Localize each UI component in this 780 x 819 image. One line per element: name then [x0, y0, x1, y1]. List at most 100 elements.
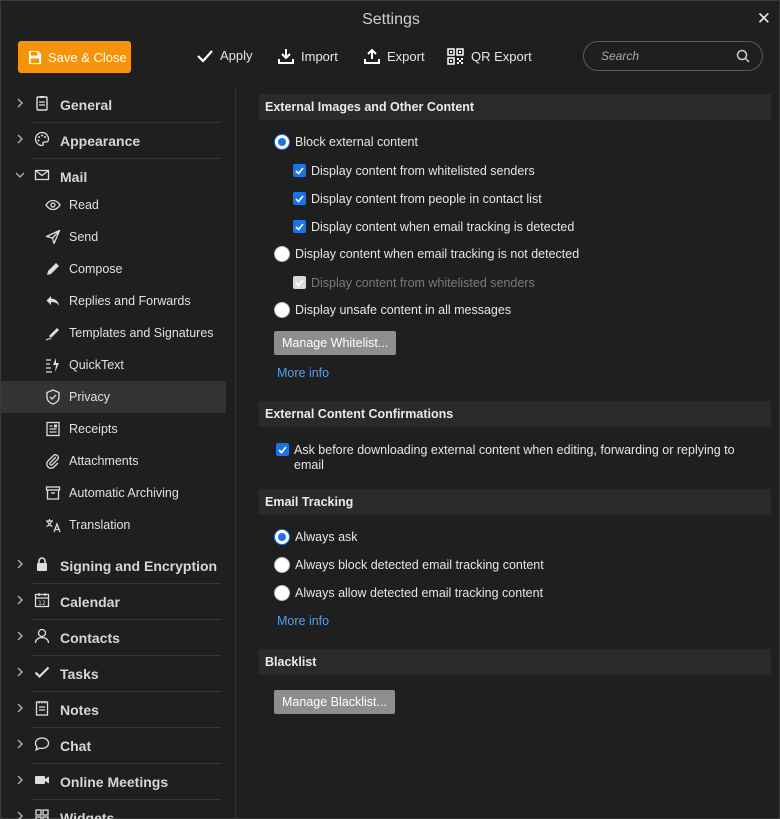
- checkbox-label: Display content from whitelisted senders: [311, 276, 535, 290]
- mail-icon: [34, 169, 50, 181]
- sidebar-section-notes[interactable]: Notes: [1, 692, 235, 728]
- sidebar-section-label: Widgets: [60, 810, 115, 819]
- sidebar-section-label: Tasks: [60, 666, 99, 682]
- radio-label: Block external content: [295, 135, 418, 149]
- save-icon: [28, 50, 42, 64]
- radio-block-external[interactable]: Block external content: [274, 134, 418, 150]
- checkbox-whitelisted-disabled: Display content from whitelisted senders: [293, 276, 535, 290]
- manage-blacklist-button[interactable]: Manage Blacklist...: [274, 690, 395, 714]
- sidebar-item-receipts[interactable]: Receipts: [1, 413, 226, 445]
- svg-text:12: 12: [38, 600, 46, 607]
- radio-button[interactable]: [274, 585, 290, 601]
- qr-export-button[interactable]: QR Export: [447, 48, 532, 65]
- sidebar-section-contacts[interactable]: Contacts: [1, 620, 235, 656]
- chevron-right-icon: [17, 811, 24, 819]
- radio-button[interactable]: [274, 302, 290, 318]
- sidebar-section-tasks[interactable]: Tasks: [1, 656, 235, 692]
- chat-bubble-icon: [34, 737, 50, 752]
- sidebar-item-archiving[interactable]: Automatic Archiving: [1, 477, 226, 509]
- checkbox-whitelisted-senders[interactable]: Display content from whitelisted senders: [293, 164, 535, 178]
- chevron-right-icon: [17, 595, 24, 605]
- qr-export-label: QR Export: [471, 49, 532, 64]
- sidebar-item-read[interactable]: Read: [1, 189, 226, 221]
- radio-label: Display unsafe content in all messages: [295, 303, 512, 317]
- checkbox-checked[interactable]: [276, 443, 289, 456]
- receipt-icon: [46, 421, 60, 437]
- toolbar: Save & Close Apply Import Export QR Expo…: [1, 39, 780, 79]
- export-button[interactable]: Export: [364, 48, 425, 64]
- section-header-confirmations: External Content Confirmations: [259, 401, 771, 427]
- checkbox-label: Display content when email tracking is d…: [311, 220, 575, 234]
- checkbox-ask-before-download[interactable]: Ask before downloading external content …: [276, 443, 756, 473]
- widgets-icon: [35, 809, 49, 819]
- sidebar-item-label: Receipts: [69, 422, 118, 436]
- sidebar-item-privacy[interactable]: Privacy: [1, 381, 226, 413]
- sidebar-section-appearance[interactable]: Appearance: [1, 123, 235, 159]
- checkbox-label-line2: email: [294, 458, 324, 472]
- palette-icon: [34, 131, 50, 147]
- checkbox-tracking-detected[interactable]: Display content when email tracking is d…: [293, 220, 574, 234]
- checkbox-checked[interactable]: [293, 192, 306, 205]
- send-icon: [45, 229, 61, 245]
- checkbox-contact-list[interactable]: Display content from people in contact l…: [293, 192, 542, 206]
- export-icon: [364, 48, 380, 64]
- radio-button[interactable]: [274, 557, 290, 573]
- chevron-right-icon: [17, 703, 24, 713]
- radio-button-selected[interactable]: [274, 529, 290, 545]
- sidebar-item-compose[interactable]: Compose: [1, 253, 226, 285]
- settings-content: External Images and Other Content Block …: [236, 87, 780, 819]
- sidebar-item-send[interactable]: Send: [1, 221, 226, 253]
- sidebar-item-replies[interactable]: Replies and Forwards: [1, 285, 226, 317]
- sidebar-item-templates[interactable]: Templates and Signatures: [1, 317, 226, 349]
- radio-label: Always block detected email tracking con…: [295, 558, 544, 572]
- sidebar-section-label: Appearance: [60, 133, 141, 149]
- radio-button[interactable]: [274, 246, 290, 262]
- section-header-label: External Content Confirmations: [265, 407, 454, 421]
- sidebar-section-chat[interactable]: Chat: [1, 728, 235, 764]
- sidebar-item-label: Read: [69, 198, 99, 212]
- search-input[interactable]: [601, 49, 736, 63]
- sidebar-section-widgets[interactable]: Widgets: [1, 800, 235, 819]
- section-header-label: External Images and Other Content: [265, 100, 475, 114]
- apply-button[interactable]: Apply: [197, 48, 253, 63]
- sidebar-section-calendar[interactable]: 12 Calendar: [1, 584, 235, 620]
- radio-always-block[interactable]: Always block detected email tracking con…: [274, 557, 544, 573]
- radio-label: Always ask: [295, 530, 358, 544]
- checkbox-checked[interactable]: [293, 164, 306, 177]
- import-button[interactable]: Import: [278, 48, 338, 64]
- chevron-right-icon: [17, 631, 24, 641]
- manage-whitelist-button[interactable]: Manage Whitelist...: [274, 331, 397, 355]
- radio-always-allow[interactable]: Always allow detected email tracking con…: [274, 585, 543, 601]
- radio-button-selected[interactable]: [274, 134, 290, 150]
- sidebar-section-signing[interactable]: Signing and Encryption: [1, 548, 235, 584]
- sidebar-item-translation[interactable]: Translation: [1, 509, 226, 541]
- sidebar-item-quicktext[interactable]: QuickText: [1, 349, 226, 381]
- signature-icon: [45, 328, 59, 341]
- paperclip-icon: [46, 454, 59, 469]
- radio-unsafe-content[interactable]: Display unsafe content in all messages: [274, 302, 512, 318]
- checkbox-checked[interactable]: [293, 220, 306, 233]
- sidebar-item-label: Send: [69, 230, 99, 244]
- checkmark-icon: [34, 666, 50, 679]
- sidebar-section-meetings[interactable]: Online Meetings: [1, 764, 235, 800]
- sidebar-item-label: Privacy: [69, 390, 110, 404]
- save-close-button[interactable]: Save & Close: [18, 41, 131, 73]
- title-bar: Settings ✕: [1, 1, 780, 39]
- more-info-link[interactable]: More info: [277, 366, 329, 380]
- radio-always-ask[interactable]: Always ask: [274, 529, 358, 545]
- sidebar-section-label: Mail: [60, 169, 88, 185]
- import-icon: [278, 49, 294, 64]
- search-icon[interactable]: [736, 49, 750, 63]
- more-info-link[interactable]: More info: [277, 614, 329, 628]
- sidebar-item-attachments[interactable]: Attachments: [1, 445, 226, 477]
- shield-icon: [46, 389, 60, 405]
- sidebar-section-label: Signing and Encryption: [60, 558, 218, 574]
- person-icon: [34, 628, 50, 644]
- window-title: Settings: [362, 11, 420, 28]
- chevron-right-icon: [17, 775, 24, 785]
- qr-code-icon: [447, 48, 464, 65]
- radio-tracking-not-detected[interactable]: Display content when email tracking is n…: [274, 246, 579, 262]
- close-icon[interactable]: ✕: [757, 9, 771, 29]
- translation-icon: [46, 519, 61, 533]
- sidebar-section-general[interactable]: General: [1, 87, 235, 123]
